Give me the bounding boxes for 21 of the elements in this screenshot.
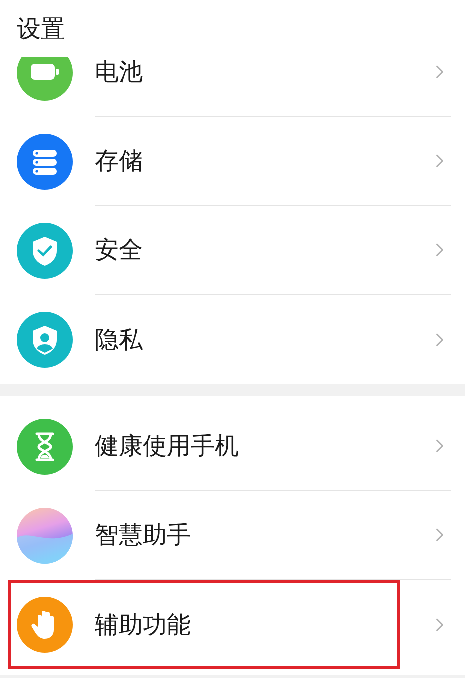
settings-item[interactable]: 辅助功能 <box>8 580 400 669</box>
item-label: 存储 <box>95 146 144 177</box>
settings-item[interactable]: 存储 <box>0 117 465 206</box>
shield-check-icon <box>17 222 73 278</box>
settings-item[interactable]: 健康使用手机 <box>0 402 465 491</box>
settings-item[interactable]: 安全 <box>0 206 465 295</box>
settings-item[interactable]: 智慧助手 <box>0 491 465 580</box>
settings-item[interactable]: 电池 <box>0 57 465 117</box>
item-label: 安全 <box>95 235 144 266</box>
item-label: 智慧助手 <box>95 520 192 551</box>
shield-person-icon <box>17 312 73 368</box>
item-label: 隐私 <box>95 324 144 356</box>
item-label: 健康使用手机 <box>95 431 240 462</box>
item-label: 辅助功能 <box>95 610 192 640</box>
hand-icon <box>17 596 73 652</box>
settings-item[interactable]: 隐私 <box>0 295 465 384</box>
hourglass-icon <box>17 418 73 474</box>
item-label: 电池 <box>95 57 144 88</box>
storage-icon <box>17 134 73 190</box>
assistant-icon <box>17 508 73 564</box>
page-title: 设置 <box>17 14 65 44</box>
